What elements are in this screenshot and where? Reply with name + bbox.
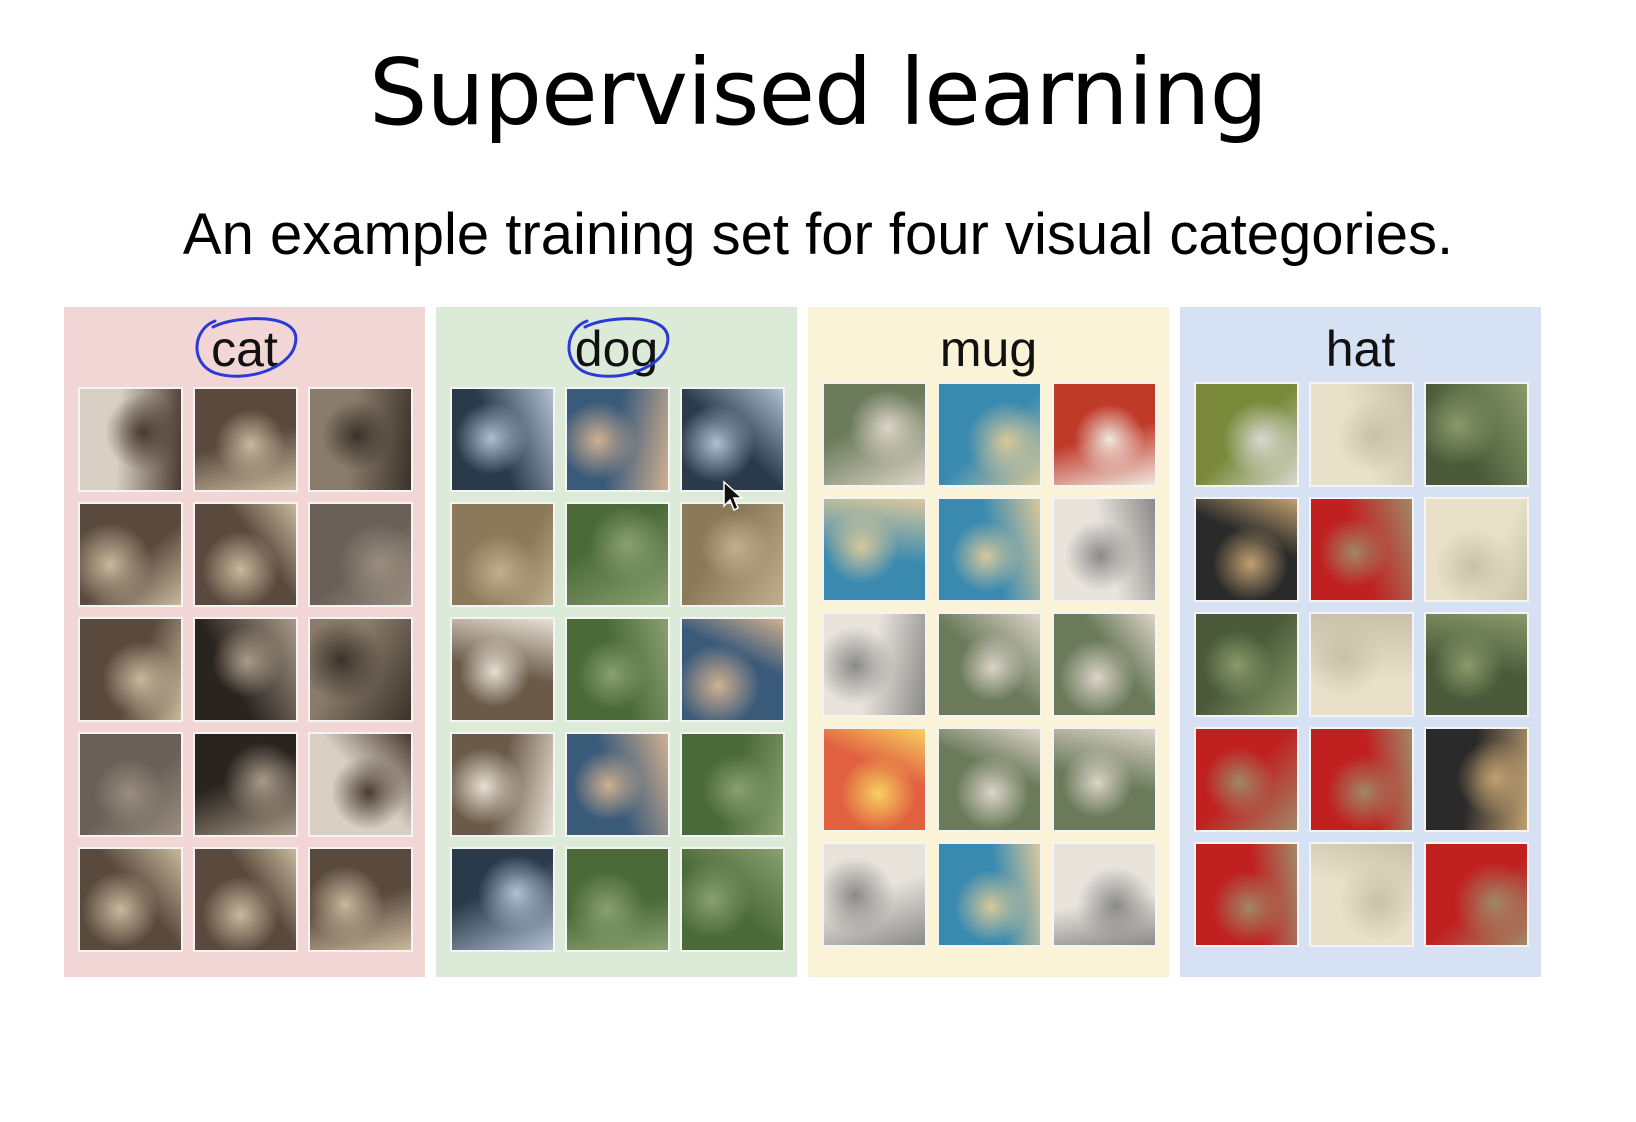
photo-cat-14: [193, 847, 298, 952]
category-label-mug: mug: [939, 321, 1038, 377]
photo-mug-7: [822, 612, 927, 717]
photo-dog-6: [680, 502, 785, 607]
photo-hat-10: [1194, 727, 1299, 832]
photo-grid-hat: [1194, 382, 1529, 947]
page-title: Supervised learning: [368, 39, 1268, 146]
photo-hat-9: [1424, 612, 1529, 717]
page-subtitle: An example training set for four visual …: [182, 202, 1454, 267]
photo-mug-12: [1052, 727, 1157, 832]
photo-cat-1: [78, 387, 183, 492]
photo-cat-3: [308, 387, 413, 492]
photo-mug-13: [822, 842, 927, 947]
photo-mug-14: [937, 842, 1042, 947]
category-label-cat: cat: [211, 321, 278, 377]
photo-mug-8: [937, 612, 1042, 717]
photo-dog-9: [680, 617, 785, 722]
photo-dog-15: [680, 847, 785, 952]
photo-mug-15: [1052, 842, 1157, 947]
photo-cat-5: [193, 502, 298, 607]
photo-cat-2: [193, 387, 298, 492]
photo-hat-4: [1194, 497, 1299, 602]
photo-cat-13: [78, 847, 183, 952]
photo-grid-dog: [450, 387, 785, 952]
mouse-cursor-icon: [723, 480, 744, 512]
photo-dog-3: [680, 387, 785, 492]
photo-cat-10: [78, 732, 183, 837]
photo-mug-1: [822, 382, 927, 487]
category-panel-cat: cat: [64, 307, 425, 977]
photo-cat-11: [193, 732, 298, 837]
photo-hat-12: [1424, 727, 1529, 832]
photo-cat-7: [78, 617, 183, 722]
photo-dog-10: [450, 732, 555, 837]
photo-mug-11: [937, 727, 1042, 832]
category-panel-hat: hat: [1180, 307, 1541, 977]
photo-hat-3: [1424, 382, 1529, 487]
photo-hat-5: [1309, 497, 1414, 602]
photo-hat-7: [1194, 612, 1299, 717]
photo-hat-13: [1194, 842, 1299, 947]
photo-mug-10: [822, 727, 927, 832]
photo-hat-6: [1424, 497, 1529, 602]
photo-dog-13: [450, 847, 555, 952]
photo-cat-12: [308, 732, 413, 837]
photo-dog-2: [565, 387, 670, 492]
category-label-dog: dog: [574, 321, 659, 377]
photo-cat-9: [308, 617, 413, 722]
photo-dog-7: [450, 617, 555, 722]
photo-mug-9: [1052, 612, 1157, 717]
photo-hat-8: [1309, 612, 1414, 717]
photo-mug-4: [822, 497, 927, 602]
photo-hat-14: [1309, 842, 1414, 947]
photo-cat-15: [308, 847, 413, 952]
photo-mug-2: [937, 382, 1042, 487]
category-panel-mug: mug: [808, 307, 1169, 977]
photo-hat-2: [1309, 382, 1414, 487]
photo-mug-3: [1052, 382, 1157, 487]
photo-grid-mug: [822, 382, 1157, 947]
photo-cat-4: [78, 502, 183, 607]
category-label-hat: hat: [1325, 321, 1396, 377]
photo-dog-11: [565, 732, 670, 837]
photo-hat-15: [1424, 842, 1529, 947]
photo-dog-14: [565, 847, 670, 952]
category-panel-dog: dog: [436, 307, 797, 977]
photo-mug-5: [937, 497, 1042, 602]
photo-mug-6: [1052, 497, 1157, 602]
photo-grid-cat: [78, 387, 413, 952]
photo-hat-11: [1309, 727, 1414, 832]
photo-cat-6: [308, 502, 413, 607]
photo-cat-8: [193, 617, 298, 722]
photo-dog-5: [565, 502, 670, 607]
photo-dog-1: [450, 387, 555, 492]
photo-dog-4: [450, 502, 555, 607]
category-panels: cat dog mug hat: [64, 307, 1544, 977]
photo-hat-1: [1194, 382, 1299, 487]
photo-dog-8: [565, 617, 670, 722]
photo-dog-12: [680, 732, 785, 837]
